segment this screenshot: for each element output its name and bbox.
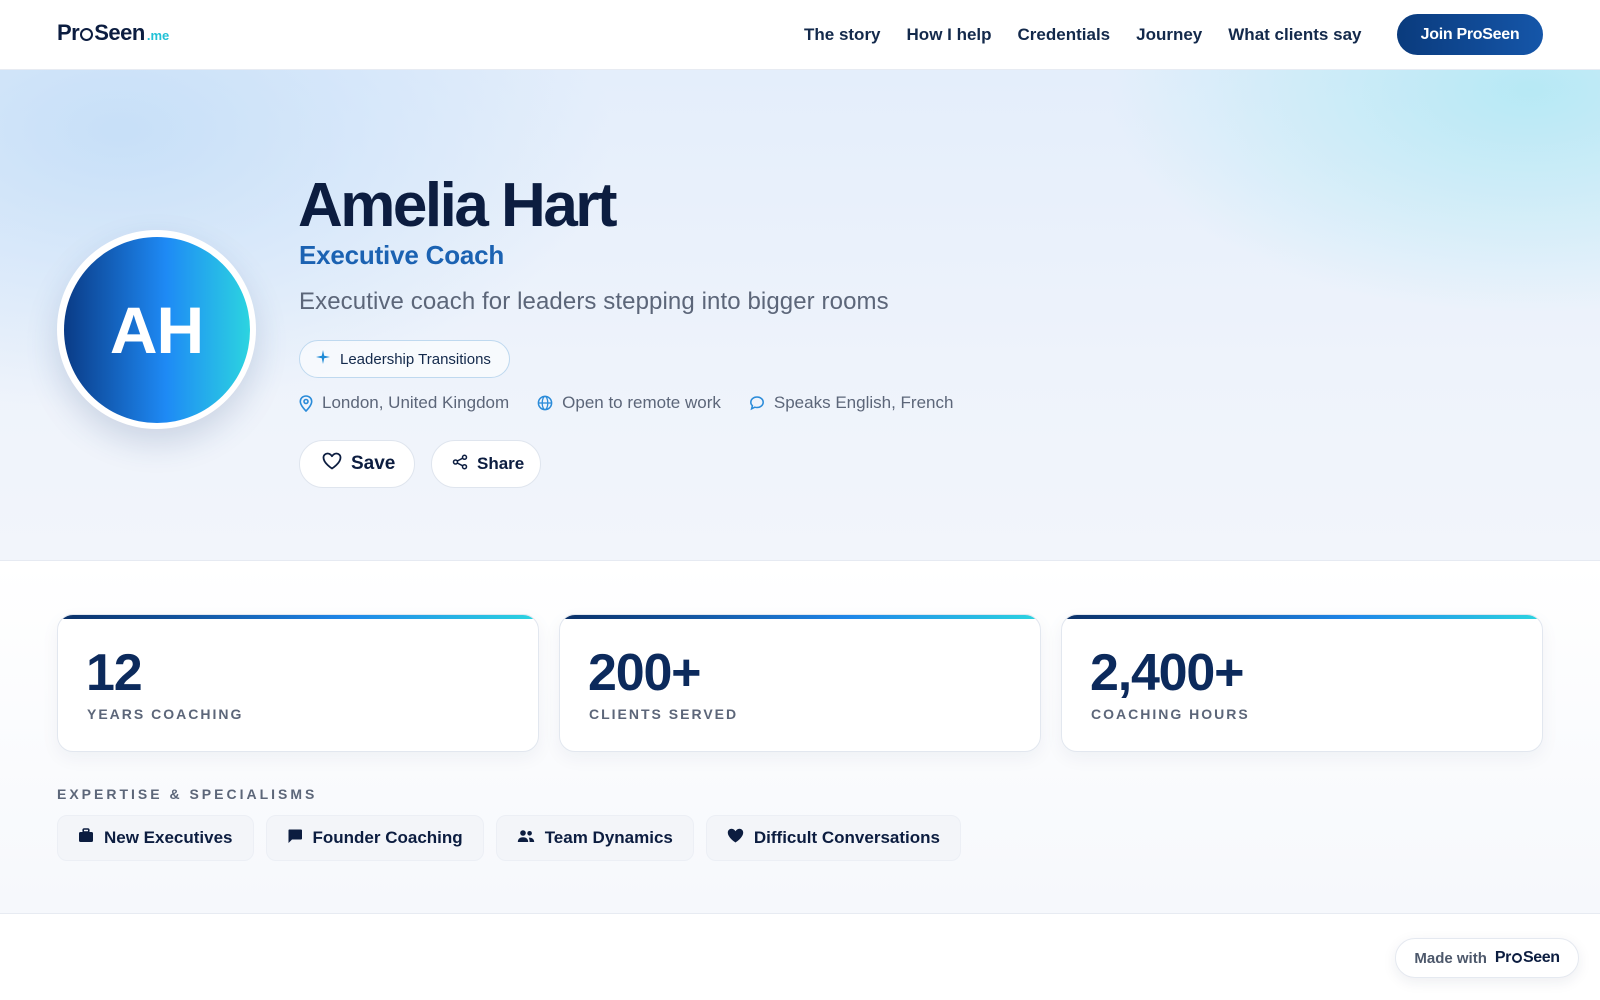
specialty-tag-label: Leadership Transitions	[340, 350, 491, 368]
profile-actions: Save Share	[299, 440, 541, 488]
chat-icon	[287, 828, 303, 849]
heart-icon	[727, 828, 744, 848]
stat-value: 12	[86, 644, 143, 702]
nav-link-what-clients-say[interactable]: What clients say	[1228, 25, 1361, 45]
share-icon	[452, 454, 468, 475]
avatar: AH	[57, 230, 256, 429]
badge-logo-o-ring-icon	[1511, 953, 1522, 963]
languages-text: Speaks English, French	[773, 393, 954, 412]
logo-text-start: Pr	[57, 20, 80, 45]
nav-link-how-i-help[interactable]: How I help	[907, 25, 992, 45]
stat-label: CLIENTS SERVED	[589, 706, 739, 722]
profile-tagline: Executive coach for leaders stepping int…	[299, 288, 889, 315]
badge-proseen-logo: Pr Seen	[1495, 949, 1560, 967]
share-button-label: Share	[477, 454, 525, 473]
chip-difficult-conversations[interactable]: Difficult Conversations	[705, 815, 961, 861]
chip-team-dynamics[interactable]: Team Dynamics	[495, 815, 694, 861]
meta-remote: Open to remote work	[537, 393, 721, 413]
profile-hero: AH Amelia Hart Executive Coach Executive…	[0, 70, 1600, 561]
heart-outline-icon	[322, 452, 342, 476]
location-pin-icon	[299, 394, 313, 412]
stat-label: YEARS COACHING	[87, 706, 244, 722]
chip-founder-coaching[interactable]: Founder Coaching	[265, 815, 484, 861]
chip-label: Difficult Conversations	[753, 828, 940, 847]
made-with-proseen-badge[interactable]: Made with Pr Seen	[1395, 938, 1579, 978]
chip-label: Team Dynamics	[544, 828, 673, 847]
stat-value: 2,400+	[1090, 644, 1244, 702]
save-button-label: Save	[351, 453, 396, 474]
stat-card-clients: 200+ CLIENTS SERVED	[559, 614, 1041, 752]
proseen-logo[interactable]: Pr Seen .me	[57, 20, 169, 46]
logo-o-ring-icon	[80, 28, 94, 41]
sparkle-icon	[316, 350, 330, 368]
made-with-text: Made with	[1414, 949, 1487, 967]
expertise-chips: New Executives Founder Coaching Team Dyn…	[57, 815, 961, 861]
chip-label: New Executives	[104, 828, 233, 847]
stat-label: COACHING HOURS	[1091, 706, 1250, 722]
people-icon	[517, 828, 535, 848]
save-button[interactable]: Save	[299, 440, 415, 488]
logo-text-end: Seen	[94, 20, 145, 45]
stat-value: 200+	[588, 644, 702, 702]
chip-label: Founder Coaching	[312, 828, 463, 847]
badge-logo-end: Seen	[1522, 949, 1560, 966]
profile-name: Amelia Hart	[298, 171, 618, 240]
meta-languages: Speaks English, French	[749, 393, 954, 413]
avatar-initials: AH	[63, 236, 250, 423]
nav-link-journey[interactable]: Journey	[1136, 25, 1202, 45]
speech-bubble-icon	[749, 395, 765, 411]
share-button[interactable]: Share	[431, 440, 541, 488]
nav-link-the-story[interactable]: The story	[804, 25, 881, 45]
profile-meta: London, United Kingdom Open to remote wo…	[299, 393, 953, 413]
briefcase-icon	[78, 828, 94, 848]
stats-section: 12 YEARS COACHING 200+ CLIENTS SERVED 2,…	[0, 562, 1600, 914]
chip-new-executives[interactable]: New Executives	[57, 815, 254, 861]
globe-icon	[537, 395, 553, 411]
meta-location: London, United Kingdom	[299, 393, 509, 413]
profile-role: Executive Coach	[299, 240, 505, 270]
top-nav: Pr Seen .me The story How I help Credentia…	[0, 0, 1600, 70]
location-text: London, United Kingdom	[322, 393, 510, 412]
join-proseen-button[interactable]: Join ProSeen	[1397, 14, 1543, 55]
specialty-tag[interactable]: Leadership Transitions	[299, 340, 510, 378]
remote-text: Open to remote work	[562, 393, 721, 412]
logo-tld: .me	[146, 28, 170, 43]
nav-link-credentials[interactable]: Credentials	[1018, 25, 1111, 45]
expertise-heading: EXPERTISE & SPECIALISMS	[57, 786, 318, 802]
stat-card-years: 12 YEARS COACHING	[57, 614, 539, 752]
nav-links: The story How I help Credentials Journey…	[804, 25, 1361, 45]
badge-logo-start: Pr	[1494, 949, 1512, 966]
stat-card-hours: 2,400+ COACHING HOURS	[1061, 614, 1543, 752]
